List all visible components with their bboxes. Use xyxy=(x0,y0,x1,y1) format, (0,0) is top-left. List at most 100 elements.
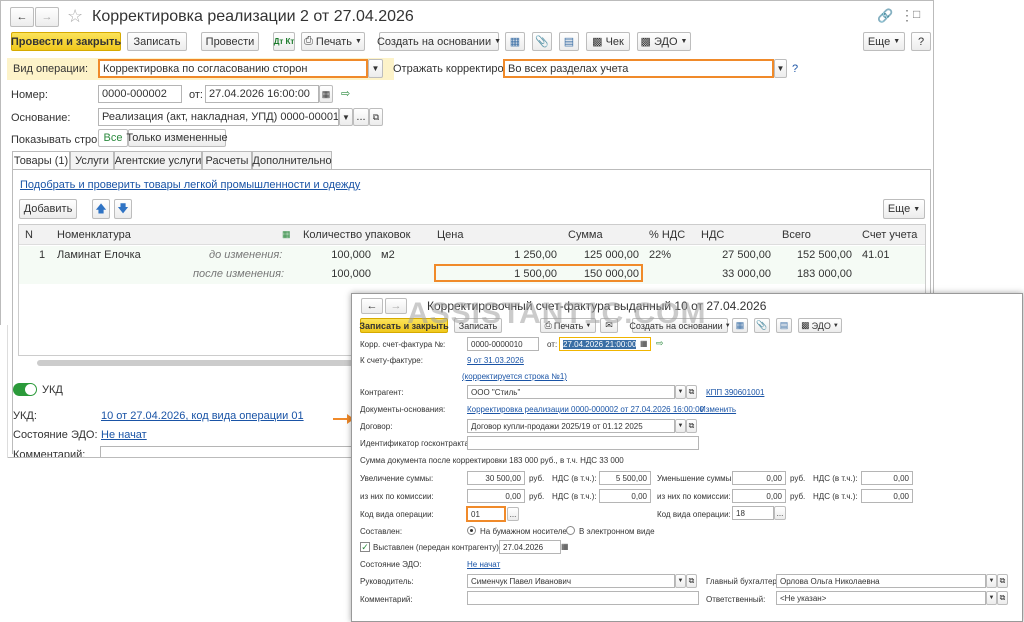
back-button[interactable]: ← xyxy=(361,298,383,314)
basis-dropdown-icon[interactable]: ▼ xyxy=(339,108,353,126)
accountant-open-icon[interactable]: ⧉ xyxy=(997,574,1008,588)
favorite-star-icon[interactable]: ☆ xyxy=(67,6,83,27)
op-code2-select-button[interactable]: ... xyxy=(774,506,786,520)
calendar-icon[interactable]: ▦ xyxy=(561,542,569,551)
create-based-button[interactable]: Создать на основании ▼ xyxy=(377,32,501,51)
to-invoice-link[interactable]: 9 от 31.03.2026 xyxy=(467,356,524,365)
forward-button[interactable]: → xyxy=(35,7,59,27)
responsible-input[interactable]: <Не указан> xyxy=(776,591,986,605)
calendar-icon[interactable]: ▦ xyxy=(640,339,648,348)
contract-input[interactable]: Договор купли-продажи 2025/19 от 01.12 2… xyxy=(467,419,675,433)
help-button[interactable]: ? xyxy=(911,32,931,51)
link-icon[interactable]: 🔗 xyxy=(877,8,893,24)
reflect-help-icon[interactable]: ? xyxy=(792,63,798,75)
corr-no-input[interactable]: 0000-0000010 xyxy=(467,337,539,351)
invoice-edo-state-link[interactable]: Не начат xyxy=(467,560,500,569)
edo-state-link[interactable]: Не начат xyxy=(101,429,147,441)
number-edit-icon[interactable]: ⇨ xyxy=(341,87,350,100)
ukd-link[interactable]: 10 от 27.04.2026, код вида операции 01 xyxy=(101,410,304,422)
commission2-input[interactable]: 0,00 xyxy=(732,489,786,503)
receipt-button[interactable]: ▩ Чек xyxy=(586,32,630,51)
basis-select-button[interactable]: ... xyxy=(353,108,369,126)
attachment-icon[interactable]: 📎 xyxy=(532,32,552,51)
kpp-link[interactable]: КПП 390601001 xyxy=(706,388,764,397)
structure-icon[interactable]: ▦ xyxy=(505,32,525,51)
print-button[interactable]: ⎙ Печать ▼ xyxy=(301,32,365,51)
op-code-input[interactable]: 01 xyxy=(466,506,506,522)
commission-vat-input[interactable]: 0,00 xyxy=(599,489,651,503)
ukd-toggle[interactable] xyxy=(13,383,37,396)
basis-input[interactable]: Реализация (акт, накладная, УПД) 0000-00… xyxy=(98,108,339,126)
table-settings-icon[interactable]: ▦ xyxy=(282,229,291,240)
contract-open-icon[interactable]: ⧉ xyxy=(686,419,697,433)
change-link[interactable]: Изменить xyxy=(700,405,736,414)
tab-settlements[interactable]: Расчеты xyxy=(202,151,252,170)
pick-goods-link[interactable]: Подобрать и проверить товары легкой пром… xyxy=(20,179,360,191)
show-all-toggle[interactable]: Все xyxy=(98,129,128,147)
decrease-vat-input[interactable]: 0,00 xyxy=(861,471,913,485)
invoice-edo-button[interactable]: ▩ ЭДО ▼ xyxy=(798,318,842,333)
basis-open-icon[interactable]: ⧉ xyxy=(369,108,383,126)
move-down-icon[interactable]: 🡇 xyxy=(114,199,132,219)
op-type-select[interactable]: Корректировка по согласованию сторон xyxy=(98,59,368,78)
responsible-dropdown-icon[interactable]: ▼ xyxy=(986,591,997,605)
number-input[interactable]: 0000-000002 xyxy=(98,85,182,103)
op-type-dropdown-icon[interactable]: ▼ xyxy=(368,59,383,78)
menu-dots-icon[interactable]: ⋮ xyxy=(900,7,914,24)
issued-date-input[interactable]: 27.04.2026 xyxy=(499,540,561,554)
add-button[interactable]: Добавить xyxy=(19,199,77,219)
report-icon[interactable]: ▤ xyxy=(559,32,579,51)
reflect-dropdown-icon[interactable]: ▼ xyxy=(774,59,787,78)
electronic-radio[interactable] xyxy=(566,526,575,535)
calendar-icon[interactable]: ▦ xyxy=(319,85,333,103)
save-button[interactable]: Записать xyxy=(127,32,187,51)
report-icon[interactable]: ▤ xyxy=(776,318,792,333)
attachment-icon[interactable]: 📎 xyxy=(754,318,770,333)
tab-services[interactable]: Услуги xyxy=(70,151,114,170)
decrease-input[interactable]: 0,00 xyxy=(732,471,786,485)
contractor-open-icon[interactable]: ⧉ xyxy=(686,385,697,399)
maximize-icon[interactable]: □ xyxy=(913,7,920,21)
post-and-close-button[interactable]: Провести и закрыть xyxy=(11,32,121,51)
horizontal-scrollbar[interactable] xyxy=(37,360,357,366)
responsible-open-icon[interactable]: ⧉ xyxy=(997,591,1008,605)
increase-vat-input[interactable]: 5 500,00 xyxy=(599,471,651,485)
invoice-comment-input[interactable] xyxy=(467,591,699,605)
reflect-select[interactable]: Во всех разделах учета xyxy=(503,59,774,78)
head-dropdown-icon[interactable]: ▼ xyxy=(675,574,686,588)
more-button[interactable]: Еще ▼ xyxy=(863,32,905,51)
move-up-icon[interactable]: 🡅 xyxy=(92,199,110,219)
commission2-vat-input[interactable]: 0,00 xyxy=(861,489,913,503)
invoice-date-input[interactable]: 27.04.2026 21:00:00 xyxy=(559,337,651,351)
forward-button[interactable]: → xyxy=(385,298,407,314)
commission-input[interactable]: 0,00 xyxy=(467,489,525,503)
dt-kt-button[interactable]: Дт Кт xyxy=(273,32,295,51)
date-input[interactable]: 27.04.2026 16:00:00 xyxy=(205,85,319,103)
gov-id-input[interactable] xyxy=(467,436,699,450)
op-code2-input[interactable]: 18 xyxy=(732,506,774,520)
comment-input[interactable] xyxy=(100,446,352,457)
number-edit-icon[interactable]: ⇨ xyxy=(656,338,664,349)
head-input[interactable]: Сименчук Павел Иванович xyxy=(467,574,675,588)
accountant-dropdown-icon[interactable]: ▼ xyxy=(986,574,997,588)
back-button[interactable]: ← xyxy=(10,7,34,27)
corrected-row-link[interactable]: (корректируется строка №1) xyxy=(462,372,567,381)
contractor-dropdown-icon[interactable]: ▼ xyxy=(675,385,686,399)
increase-input[interactable]: 30 500,00 xyxy=(467,471,525,485)
paper-radio[interactable] xyxy=(467,526,476,535)
op-code-select-button[interactable]: ... xyxy=(507,507,519,521)
issued-checkbox[interactable]: ✓ xyxy=(360,542,370,552)
structure-icon[interactable]: ▦ xyxy=(732,318,748,333)
edo-button[interactable]: ▩ ЭДО ▼ xyxy=(637,32,691,51)
tab-goods[interactable]: Товары (1) xyxy=(12,151,70,170)
table-more-button[interactable]: Еще ▼ xyxy=(883,199,925,219)
tab-additional[interactable]: Дополнительно xyxy=(252,151,332,170)
accountant-input[interactable]: Орлова Ольга Николаевна xyxy=(776,574,986,588)
head-open-icon[interactable]: ⧉ xyxy=(686,574,697,588)
basis-docs-link[interactable]: Корректировка реализации 0000-000002 от … xyxy=(467,405,704,414)
contractor-input[interactable]: ООО "Стиль" xyxy=(467,385,675,399)
tab-agent-services[interactable]: Агентские услуги xyxy=(114,151,202,170)
contract-dropdown-icon[interactable]: ▼ xyxy=(675,419,686,433)
post-button[interactable]: Провести xyxy=(201,32,259,51)
show-changed-toggle[interactable]: Только измененные xyxy=(126,129,228,147)
